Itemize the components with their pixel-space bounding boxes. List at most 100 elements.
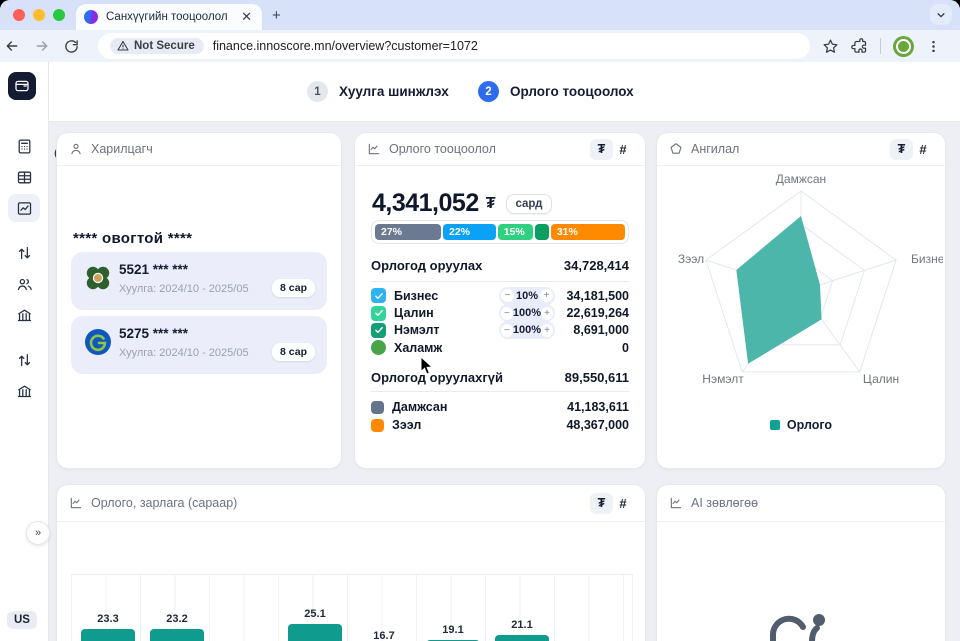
zoom-window-button[interactable] bbox=[53, 9, 65, 21]
minus-button[interactable]: − bbox=[501, 307, 513, 320]
wallet-icon bbox=[14, 78, 30, 94]
monthly-chart-card: Орлого, зарлага (сараар) ₮ # 23.323.225.… bbox=[56, 484, 646, 641]
exclude-total-row: Орлогод оруулахгүй 89,550,611 bbox=[371, 370, 629, 385]
tab-close-icon[interactable]: ✕ bbox=[239, 9, 254, 25]
minus-button[interactable]: − bbox=[501, 289, 514, 302]
count-toggle-button[interactable]: # bbox=[613, 142, 633, 157]
url-text: finance.innoscore.mn/overview?customer=1… bbox=[213, 39, 478, 53]
app-sidebar: US bbox=[0, 62, 49, 641]
plus-button[interactable]: + bbox=[541, 324, 553, 337]
checkbox-checked[interactable] bbox=[371, 306, 386, 321]
forward-button[interactable] bbox=[34, 38, 64, 54]
sidebar-item-3[interactable] bbox=[8, 239, 40, 267]
sidebar-item-6[interactable] bbox=[8, 346, 40, 374]
income-row-label: Нэмэлт bbox=[394, 323, 499, 337]
calculator-icon bbox=[16, 138, 33, 155]
card-title: Харилцагч bbox=[91, 142, 329, 156]
sidebar-item-2[interactable] bbox=[8, 194, 40, 222]
swatch-circle[interactable] bbox=[371, 340, 386, 355]
transfer-icon bbox=[16, 352, 33, 369]
tugrik-symbol: ₮ bbox=[486, 195, 496, 213]
card-title: Орлого, зарлага (сараар) bbox=[91, 496, 590, 510]
sidebar-item-4[interactable] bbox=[8, 270, 40, 298]
avatar-logo bbox=[896, 39, 911, 54]
browser-tab[interactable]: Санхүүгийн тооцоолол ✕ bbox=[76, 4, 262, 30]
income-row-label: Бизнес bbox=[394, 289, 499, 303]
language-badge[interactable]: US bbox=[7, 611, 37, 629]
sidebar-expand-button[interactable]: » bbox=[26, 521, 50, 545]
sidebar-item-7[interactable] bbox=[8, 377, 40, 405]
new-tab-button[interactable]: + bbox=[272, 7, 281, 24]
percent-stepper[interactable]: −10%+ bbox=[499, 287, 555, 305]
app-toolbar: **** **** 1 Хуулга шинжлэх 2 Орлого тооц… bbox=[0, 62, 960, 122]
window-controls[interactable] bbox=[13, 9, 65, 21]
minus-button[interactable]: − bbox=[501, 324, 513, 337]
count-toggle-button[interactable]: # bbox=[913, 142, 933, 157]
sidebar-item-0[interactable] bbox=[8, 132, 40, 160]
include-total-label: Орлогод оруулах bbox=[371, 258, 482, 273]
browser-menu-icon[interactable] bbox=[926, 39, 941, 54]
currency-toggle-button[interactable]: ₮ bbox=[590, 139, 613, 160]
step-2[interactable]: 2 Орлого тооцоолох bbox=[478, 81, 634, 102]
income-composition-bar: 27%22%15%31% bbox=[371, 220, 629, 244]
card-title: AI зөвлөгөө bbox=[691, 496, 933, 510]
currency-toggle-button[interactable]: ₮ bbox=[590, 493, 613, 514]
percent-stepper[interactable]: −100%+ bbox=[499, 321, 555, 339]
chart-icon bbox=[367, 142, 381, 156]
back-button[interactable] bbox=[4, 38, 34, 54]
checkbox-checked[interactable] bbox=[371, 288, 386, 303]
include-total-row: Орлогод оруулах 34,728,414 bbox=[371, 258, 629, 273]
segment-31%: 31% bbox=[551, 224, 625, 240]
legend-swatch bbox=[371, 419, 384, 432]
url-omnibox[interactable]: Not Secure finance.innoscore.mn/overview… bbox=[98, 33, 810, 59]
step-2-label: Орлого тооцоолох bbox=[510, 84, 634, 99]
bar-month-0[interactable] bbox=[81, 629, 135, 641]
sidebar-item-1[interactable] bbox=[8, 163, 40, 191]
checkbox-checked[interactable] bbox=[371, 323, 386, 338]
toolbar-divider bbox=[880, 38, 881, 54]
radar-legend[interactable]: Орлого bbox=[657, 418, 945, 432]
legend-swatch bbox=[371, 401, 384, 414]
radar-axis-label: Дамжсан bbox=[776, 172, 826, 186]
income-row-value: 34,181,500 bbox=[563, 289, 629, 303]
tab-favicon bbox=[84, 10, 98, 24]
percent-stepper[interactable]: −100%+ bbox=[499, 304, 555, 322]
bookmark-star-icon[interactable] bbox=[822, 38, 839, 55]
security-chip[interactable]: Not Secure bbox=[110, 38, 204, 54]
bar-month-3[interactable] bbox=[288, 624, 342, 641]
users-icon bbox=[16, 276, 33, 293]
app-logo[interactable] bbox=[8, 72, 36, 100]
browser-window: Санхүүгийн тооцоолол ✕ + Not Secure fina… bbox=[0, 0, 960, 641]
currency-toggle-button[interactable]: ₮ bbox=[890, 139, 913, 160]
reload-button[interactable] bbox=[64, 39, 94, 54]
income-calc-card: Орлого тооцоолол ₮ # 4,341,052 ₮ сард 27… bbox=[354, 132, 646, 469]
extensions-puzzle-icon[interactable] bbox=[851, 38, 868, 55]
khan-bank-logo bbox=[85, 265, 111, 291]
legend-label: Орлого bbox=[787, 418, 832, 432]
plus-button[interactable]: + bbox=[541, 307, 553, 320]
account-item-0[interactable]: 5521 *** ***Хуулга: 2024/10 - 2025/058 с… bbox=[71, 252, 327, 310]
close-window-button[interactable] bbox=[13, 9, 25, 21]
count-toggle-button[interactable]: # bbox=[613, 496, 633, 511]
sidebar-item-5[interactable] bbox=[8, 301, 40, 329]
profile-avatar[interactable] bbox=[893, 36, 914, 57]
account-item-1[interactable]: 5275 *** ***Хуулга: 2024/10 - 2025/058 с… bbox=[71, 316, 327, 374]
bar-value-label: 23.2 bbox=[150, 613, 204, 625]
segment-27%: 27% bbox=[375, 224, 441, 240]
excluded-row-label: Дамжсан bbox=[392, 400, 563, 414]
minimize-window-button[interactable] bbox=[33, 9, 45, 21]
excluded-row-0: Дамжсан41,183,611 bbox=[371, 398, 629, 416]
plus-button[interactable]: + bbox=[540, 289, 553, 302]
tab-strip: Санхүүгийн тооцоолол ✕ + bbox=[0, 0, 960, 30]
step-1[interactable]: 1 Хуулга шинжлэх bbox=[307, 81, 449, 102]
chart-icon bbox=[69, 496, 83, 510]
radar-axis-label: Бизнес bbox=[911, 252, 943, 266]
tab-search-button[interactable] bbox=[930, 4, 952, 25]
bar-month-1[interactable] bbox=[150, 629, 204, 641]
include-total-value: 34,728,414 bbox=[564, 258, 629, 273]
tab-title: Санхүүгийн тооцоолол bbox=[106, 11, 239, 23]
bar-month-6[interactable] bbox=[495, 635, 549, 641]
customer-name: **** овогтой **** bbox=[73, 230, 192, 247]
period-badge: сард bbox=[506, 194, 553, 214]
account-number: 5275 *** *** bbox=[119, 326, 188, 341]
